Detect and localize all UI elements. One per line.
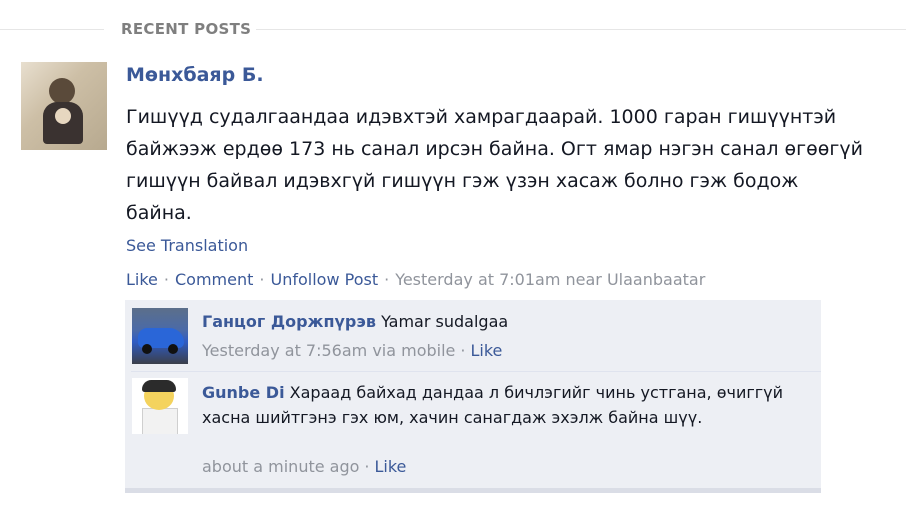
like-link[interactable]: Like — [126, 270, 158, 289]
post-body: Гишүүд судалгаандаа идэвхтэй хамрагдаара… — [126, 106, 863, 224]
post-author-avatar[interactable] — [21, 62, 107, 150]
section-header: RECENT POSTS — [0, 18, 906, 42]
separator: · — [259, 270, 265, 289]
comments-bottom-border — [125, 488, 821, 493]
comment-avatar[interactable] — [132, 378, 188, 434]
unfollow-post-link[interactable]: Unfollow Post — [270, 270, 378, 289]
separator: · — [364, 457, 370, 476]
comment-avatar[interactable] — [132, 308, 188, 364]
comment-link[interactable]: Comment — [175, 270, 253, 289]
see-translation-link[interactable]: See Translation — [126, 236, 248, 255]
comment-divider — [131, 371, 821, 372]
comment-line: Gunbe Di Хараад байхад дандаа л бичлэгий… — [202, 380, 802, 430]
comment-author[interactable]: Gunbe Di — [202, 383, 285, 402]
comments-panel: Ганцог Доржпүрэв Yamar sudalgaa Yesterda… — [125, 300, 821, 493]
separator: · — [384, 270, 390, 289]
separator: · — [460, 341, 466, 360]
comment-like-link[interactable]: Like — [471, 341, 503, 360]
post-timestamp[interactable]: Yesterday at 7:01am near Ulaanbaatar — [395, 270, 705, 289]
comment-timestamp[interactable]: about a minute ago — [202, 457, 359, 476]
comment-timestamp[interactable]: Yesterday at 7:56am via mobile — [202, 341, 455, 360]
section-title: RECENT POSTS — [121, 20, 252, 38]
post-actions: Like · Comment · Unfollow Post · Yesterday at … — [126, 270, 705, 289]
comment-like-link[interactable]: Like — [375, 457, 407, 476]
comment-text: Yamar sudalgaa — [381, 312, 509, 331]
comment-author[interactable]: Ганцог Доржпүрэв — [202, 312, 376, 331]
comment-meta: about a minute ago · Like — [202, 457, 406, 476]
comment-meta: Yesterday at 7:56am via mobile · Like — [202, 341, 502, 360]
header-divider-right — [256, 29, 906, 30]
header-divider-left — [0, 29, 104, 30]
comment-text: Хараад байхад дандаа л бичлэгийг чинь ус… — [202, 383, 784, 427]
post-author-name[interactable]: Мөнхбаяр Б. — [126, 64, 264, 86]
separator: · — [163, 270, 169, 289]
comment-line: Ганцог Доржпүрэв Yamar sudalgaa — [202, 312, 508, 331]
